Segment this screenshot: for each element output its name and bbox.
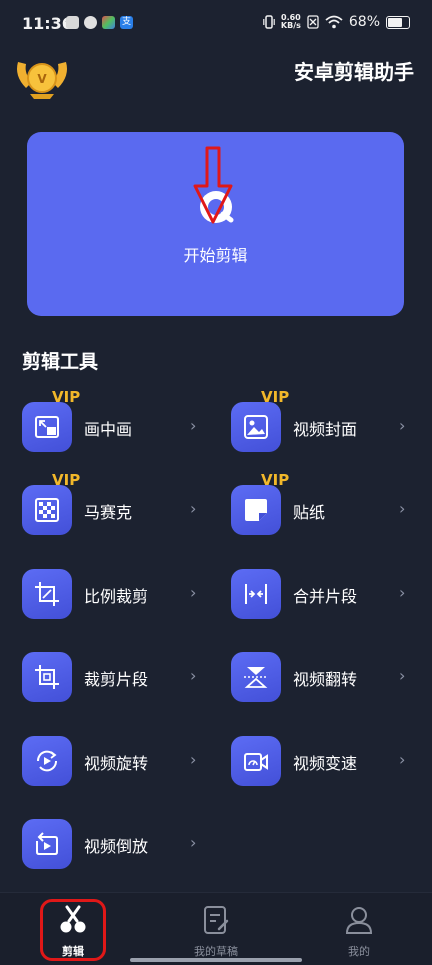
tool-label: 马赛克 — [84, 503, 133, 522]
speed-icon — [231, 736, 281, 786]
tool-sticker[interactable]: VIP 贴纸 › — [231, 471, 431, 535]
section-title-tools: 剪辑工具 — [22, 351, 99, 373]
nav-label: 我的草稿 — [194, 945, 238, 958]
nav-item-profile[interactable]: 我的 — [304, 893, 414, 965]
red-arrow-annotation-icon — [193, 146, 233, 224]
nav-label: 我的 — [348, 945, 370, 958]
start-editing-label: 开始剪辑 — [183, 246, 248, 265]
chevron-right-icon: › — [399, 416, 406, 435]
chevron-right-icon: › — [190, 833, 197, 852]
tool-label: 裁剪片段 — [84, 670, 149, 689]
vip-tag: VIP — [261, 471, 290, 489]
tool-ratio-crop[interactable]: 比例裁剪 › — [22, 567, 222, 619]
picture-in-picture-icon — [22, 402, 72, 452]
chevron-right-icon: › — [190, 583, 197, 602]
game-notification-icon — [102, 16, 115, 29]
tool-mosaic[interactable]: VIP 马赛克 › — [22, 471, 222, 535]
tool-picture-in-picture[interactable]: VIP 画中画 › — [22, 388, 222, 452]
battery-icon — [386, 15, 410, 29]
network-speed-unit: KB/s — [280, 21, 301, 30]
tool-video-flip[interactable]: 视频翻转 › — [231, 650, 431, 702]
chevron-right-icon: › — [190, 499, 197, 518]
chevron-right-icon: › — [190, 750, 197, 769]
ratio-crop-icon — [22, 569, 72, 619]
tool-video-cover[interactable]: VIP 视频封面 › — [231, 388, 431, 452]
status-bar: 11:36 支 0.60 KB/s 68% — [0, 0, 432, 52]
gallery-notification-icon — [66, 16, 79, 29]
tool-video-speed[interactable]: 视频变速 › — [231, 734, 431, 786]
tool-merge-clips[interactable]: 合并片段 › — [231, 567, 431, 619]
vip-tag: VIP — [261, 388, 290, 406]
wifi-icon — [325, 15, 343, 29]
tool-label: 视频旋转 — [84, 754, 149, 773]
flip-icon — [231, 652, 281, 702]
mosaic-icon — [22, 485, 72, 535]
rotate-icon — [22, 736, 72, 786]
chevron-right-icon: › — [399, 583, 406, 602]
app-notification-icon — [84, 16, 97, 29]
sticker-icon — [231, 485, 281, 535]
merge-icon — [231, 569, 281, 619]
tool-label: 视频倒放 — [84, 837, 149, 856]
notification-icons: 支 — [66, 16, 133, 29]
user-icon — [345, 907, 373, 934]
app-title: 安卓剪辑助手 — [294, 60, 414, 84]
chevron-right-icon: › — [190, 666, 197, 685]
nav-highlight-annotation — [40, 899, 106, 961]
chevron-right-icon: › — [399, 666, 406, 685]
sim-off-icon — [307, 15, 319, 29]
chevron-right-icon: › — [399, 750, 406, 769]
chevron-right-icon: › — [190, 416, 197, 435]
vip-tag: VIP — [52, 471, 81, 489]
crop-icon — [22, 652, 72, 702]
network-speed: 0.60 KB/s — [281, 14, 301, 30]
tool-label: 视频封面 — [293, 420, 358, 439]
tool-crop-clip[interactable]: 裁剪片段 › — [22, 650, 222, 702]
svg-text:V: V — [37, 72, 47, 86]
battery-percent: 68% — [348, 14, 380, 30]
tool-label: 视频变速 — [293, 754, 358, 773]
reverse-icon — [22, 819, 72, 869]
home-indicator[interactable] — [130, 958, 302, 962]
vibrate-icon — [263, 15, 275, 29]
tool-label: 画中画 — [84, 420, 133, 439]
vip-tag: VIP — [52, 388, 81, 406]
tool-label: 合并片段 — [293, 587, 358, 606]
tool-video-rotate[interactable]: 视频旋转 › — [22, 734, 222, 786]
draft-icon — [204, 906, 229, 934]
alipay-notification-icon: 支 — [120, 16, 133, 29]
vip-crown-badge-icon[interactable]: V — [12, 52, 72, 100]
nav-item-drafts[interactable]: 我的草稿 — [161, 893, 271, 965]
tool-video-reverse[interactable]: 视频倒放 › — [22, 817, 222, 869]
tool-label: 比例裁剪 — [84, 587, 149, 606]
tool-label: 视频翻转 — [293, 670, 358, 689]
tool-label: 贴纸 — [293, 503, 326, 522]
image-cover-icon — [231, 402, 281, 452]
status-right: 0.60 KB/s 68% — [263, 14, 410, 30]
chevron-right-icon: › — [399, 499, 406, 518]
